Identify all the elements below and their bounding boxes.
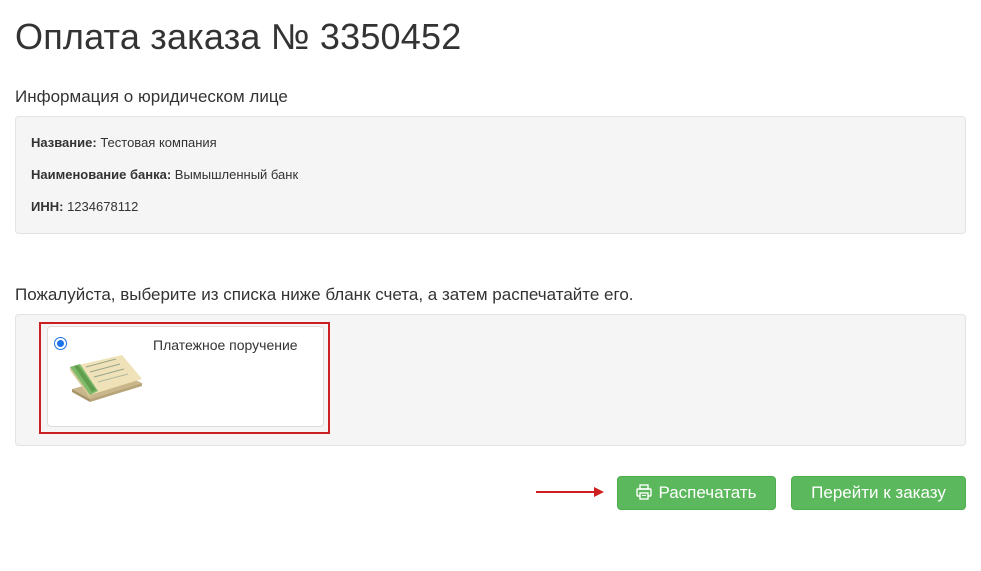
print-button[interactable]: Распечатать — [617, 476, 776, 510]
info-row-bank: Наименование банка: Вымышленный банк — [31, 166, 298, 184]
info-value-name: Тестовая компания — [100, 135, 217, 150]
invoice-form-label: Платежное поручение — [153, 337, 298, 353]
legal-entity-section-title: Информация о юридическом лице — [15, 87, 288, 106]
info-value-inn: 1234678112 — [67, 199, 139, 214]
info-row-inn: ИНН: 1234678112 — [31, 198, 138, 216]
print-button-label: Распечатать — [658, 483, 757, 502]
legal-entity-info-panel: Название: Тестовая компания Наименование… — [15, 116, 966, 234]
info-value-bank: Вымышленный банк — [174, 167, 299, 182]
selection-highlight-frame: Платежное поручение — [39, 322, 330, 434]
printer-icon — [636, 484, 653, 500]
page-title: Оплата заказа № 3350452 — [15, 16, 462, 57]
info-label-bank: Наименование банка: — [31, 167, 172, 182]
invoice-form-instruction: Пожалуйста, выберите из списка ниже блан… — [15, 285, 634, 304]
go-to-order-button[interactable]: Перейти к заказу — [791, 476, 966, 510]
info-label-name: Название: — [31, 135, 97, 150]
payment-order-document-icon — [70, 355, 142, 402]
invoice-form-list: Платежное поручение — [15, 314, 966, 446]
info-row-name: Название: Тестовая компания — [31, 134, 217, 152]
red-arrow-annotation-icon — [536, 487, 604, 497]
invoice-form-option-payment-order[interactable]: Платежное поручение — [47, 326, 324, 427]
info-label-inn: ИНН: — [31, 199, 64, 214]
